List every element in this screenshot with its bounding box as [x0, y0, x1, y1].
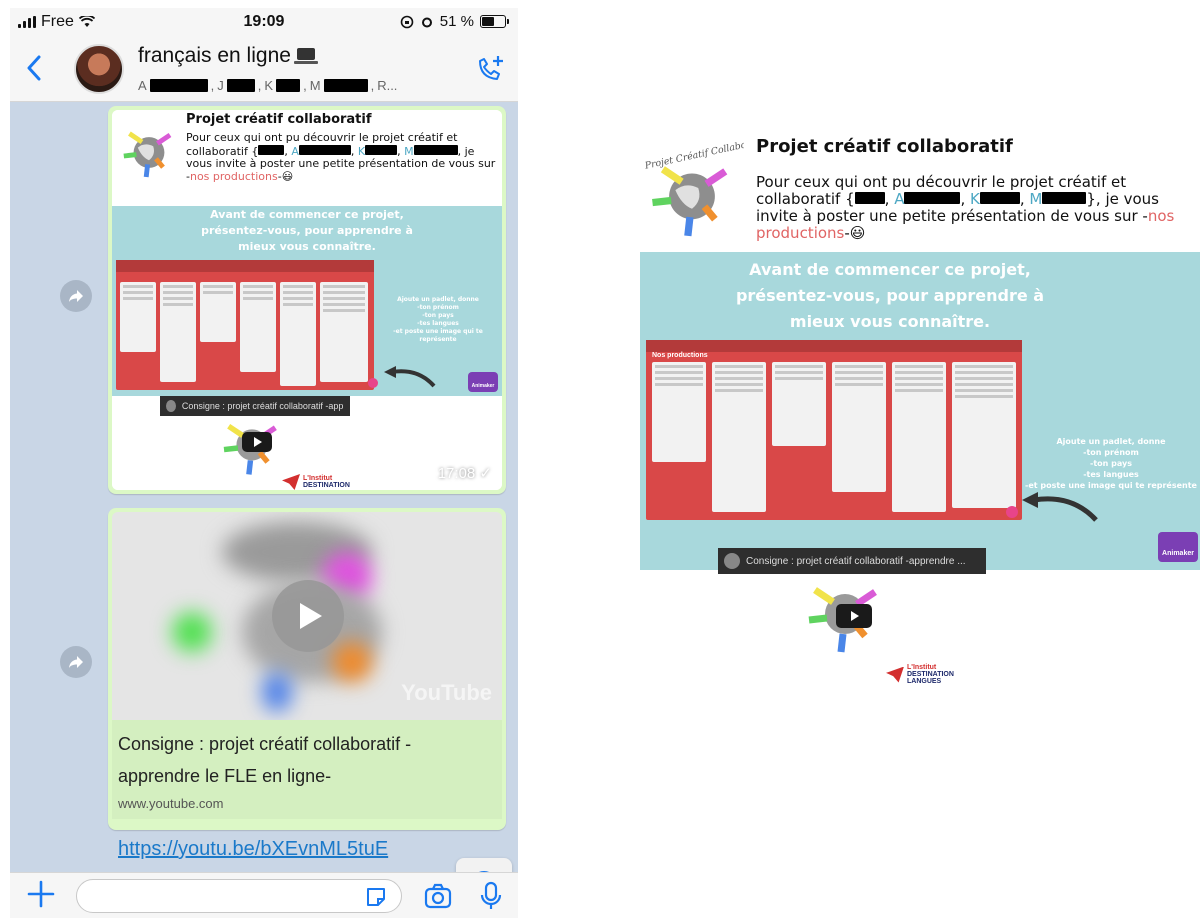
preview-banner: Avant de commencer ce projet, présentez-… [640, 252, 1200, 570]
youtube-play-icon[interactable] [836, 604, 872, 628]
preview-footer: Consigne : projet créatif collaboratif -… [640, 548, 1200, 688]
youtube-watermark: YouTube [401, 680, 492, 705]
plus-icon[interactable] [26, 879, 56, 909]
chevron-left-icon [27, 55, 41, 81]
forward-icon [69, 290, 83, 302]
animaker-logo: Animaker [1158, 532, 1198, 562]
forward-icon [69, 656, 83, 668]
message-bubble[interactable]: YouTube Consigne : projet créatif collab… [108, 508, 506, 830]
phone-screen: Free 19:09 51 % français en ligne A, J, … [10, 8, 518, 918]
preview-header: Projet créatif collaboratif Pour ceux qu… [112, 110, 502, 206]
svg-text:Projet Créatif Collaboratif: Projet Créatif Collaboratif [643, 136, 744, 172]
message-input[interactable] [76, 879, 402, 913]
link-info[interactable]: Consigne : projet créatif collaboratif -… [112, 720, 502, 819]
camera-icon[interactable] [424, 883, 452, 909]
padlet-instructions: Ajoute un padlet, donne -ton prénom -ton… [1025, 437, 1197, 490]
video-thumbnail[interactable]: YouTube [112, 512, 502, 720]
microphone-icon[interactable] [480, 881, 502, 911]
projet-creatif-logo-icon: Projet Créatif Collaboratif [643, 136, 744, 237]
back-button[interactable] [20, 48, 48, 88]
enlarged-preview: Projet Créatif Collaboratif Projet créat… [640, 128, 1200, 688]
destination-langues-logo: L'Institut DESTINATION [282, 474, 350, 490]
forward-button[interactable] [60, 280, 92, 312]
redaction [226, 79, 255, 92]
preview-footer: Consigne : projet créatif collaboratif -… [112, 396, 502, 490]
padlet-screenshot: Nos productions [646, 340, 1022, 520]
youtube-url-link[interactable]: https://youtu.be/bXEvnML5tuE [118, 838, 388, 861]
redaction [149, 79, 208, 92]
arrow-icon [384, 366, 436, 388]
preview-banner: Avant de commencer ce projet, présentez-… [112, 206, 502, 396]
preview-title: Projet créatif collaboratif [756, 136, 1013, 157]
add-call-button[interactable] [472, 52, 506, 86]
message-time: 17:08 ✓ [437, 465, 492, 482]
add-call-icon [479, 56, 503, 80]
link-domain: www.youtube.com [118, 796, 224, 811]
message-list[interactable]: Projet créatif collaboratif Pour ceux qu… [10, 102, 518, 872]
scroll-down-button[interactable] [456, 858, 512, 872]
youtube-play-icon[interactable] [242, 432, 272, 452]
forward-button[interactable] [60, 646, 92, 678]
battery-percent: 51 % [439, 13, 474, 30]
pink-dot [368, 378, 378, 388]
link-preview-image[interactable]: Projet créatif collaboratif Pour ceux qu… [112, 110, 502, 490]
preview-text: Pour ceux qui ont pu découvrir le projet… [186, 131, 496, 183]
chat-title-text: français en ligne [138, 44, 291, 67]
padlet-screenshot [116, 260, 374, 390]
destination-langues-logo: L'Institut DESTINATION LANGUES [886, 664, 954, 685]
group-avatar[interactable] [74, 44, 124, 94]
chat-header: français en ligne A, J, K, M, R... [10, 36, 518, 102]
nos-productions-link: nos productions [189, 169, 278, 183]
message-bubble[interactable]: Projet créatif collaboratif Pour ceux qu… [108, 106, 506, 494]
input-bar [10, 872, 518, 918]
arrow-icon [1022, 492, 1098, 522]
status-icons: 51 % [400, 13, 509, 30]
sticker-icon[interactable] [364, 885, 388, 909]
status-bar: Free 19:09 51 % [10, 8, 518, 36]
lock-rotation-icon [400, 15, 414, 28]
video-play-button[interactable] [272, 580, 344, 652]
laptop-icon [293, 48, 318, 64]
alarm-icon [421, 17, 432, 27]
preview-title: Projet créatif collaboratif [186, 112, 372, 127]
redaction [323, 79, 368, 92]
battery-icon [480, 15, 509, 28]
group-members: A, J, K, M, R... [138, 78, 398, 93]
pink-dot [1006, 506, 1018, 518]
link-title: Consigne : projet créatif collaboratif -… [118, 734, 412, 786]
preview-text: Pour ceux qui ont pu découvrir le projet… [756, 173, 1175, 242]
redaction [276, 79, 301, 92]
animaker-logo: Animaker [468, 372, 498, 392]
chat-title[interactable]: français en ligne [138, 44, 318, 68]
projet-creatif-logo-icon [123, 131, 172, 178]
padlet-instructions: Ajoute un padlet, donne -ton prénom -ton… [393, 296, 483, 343]
